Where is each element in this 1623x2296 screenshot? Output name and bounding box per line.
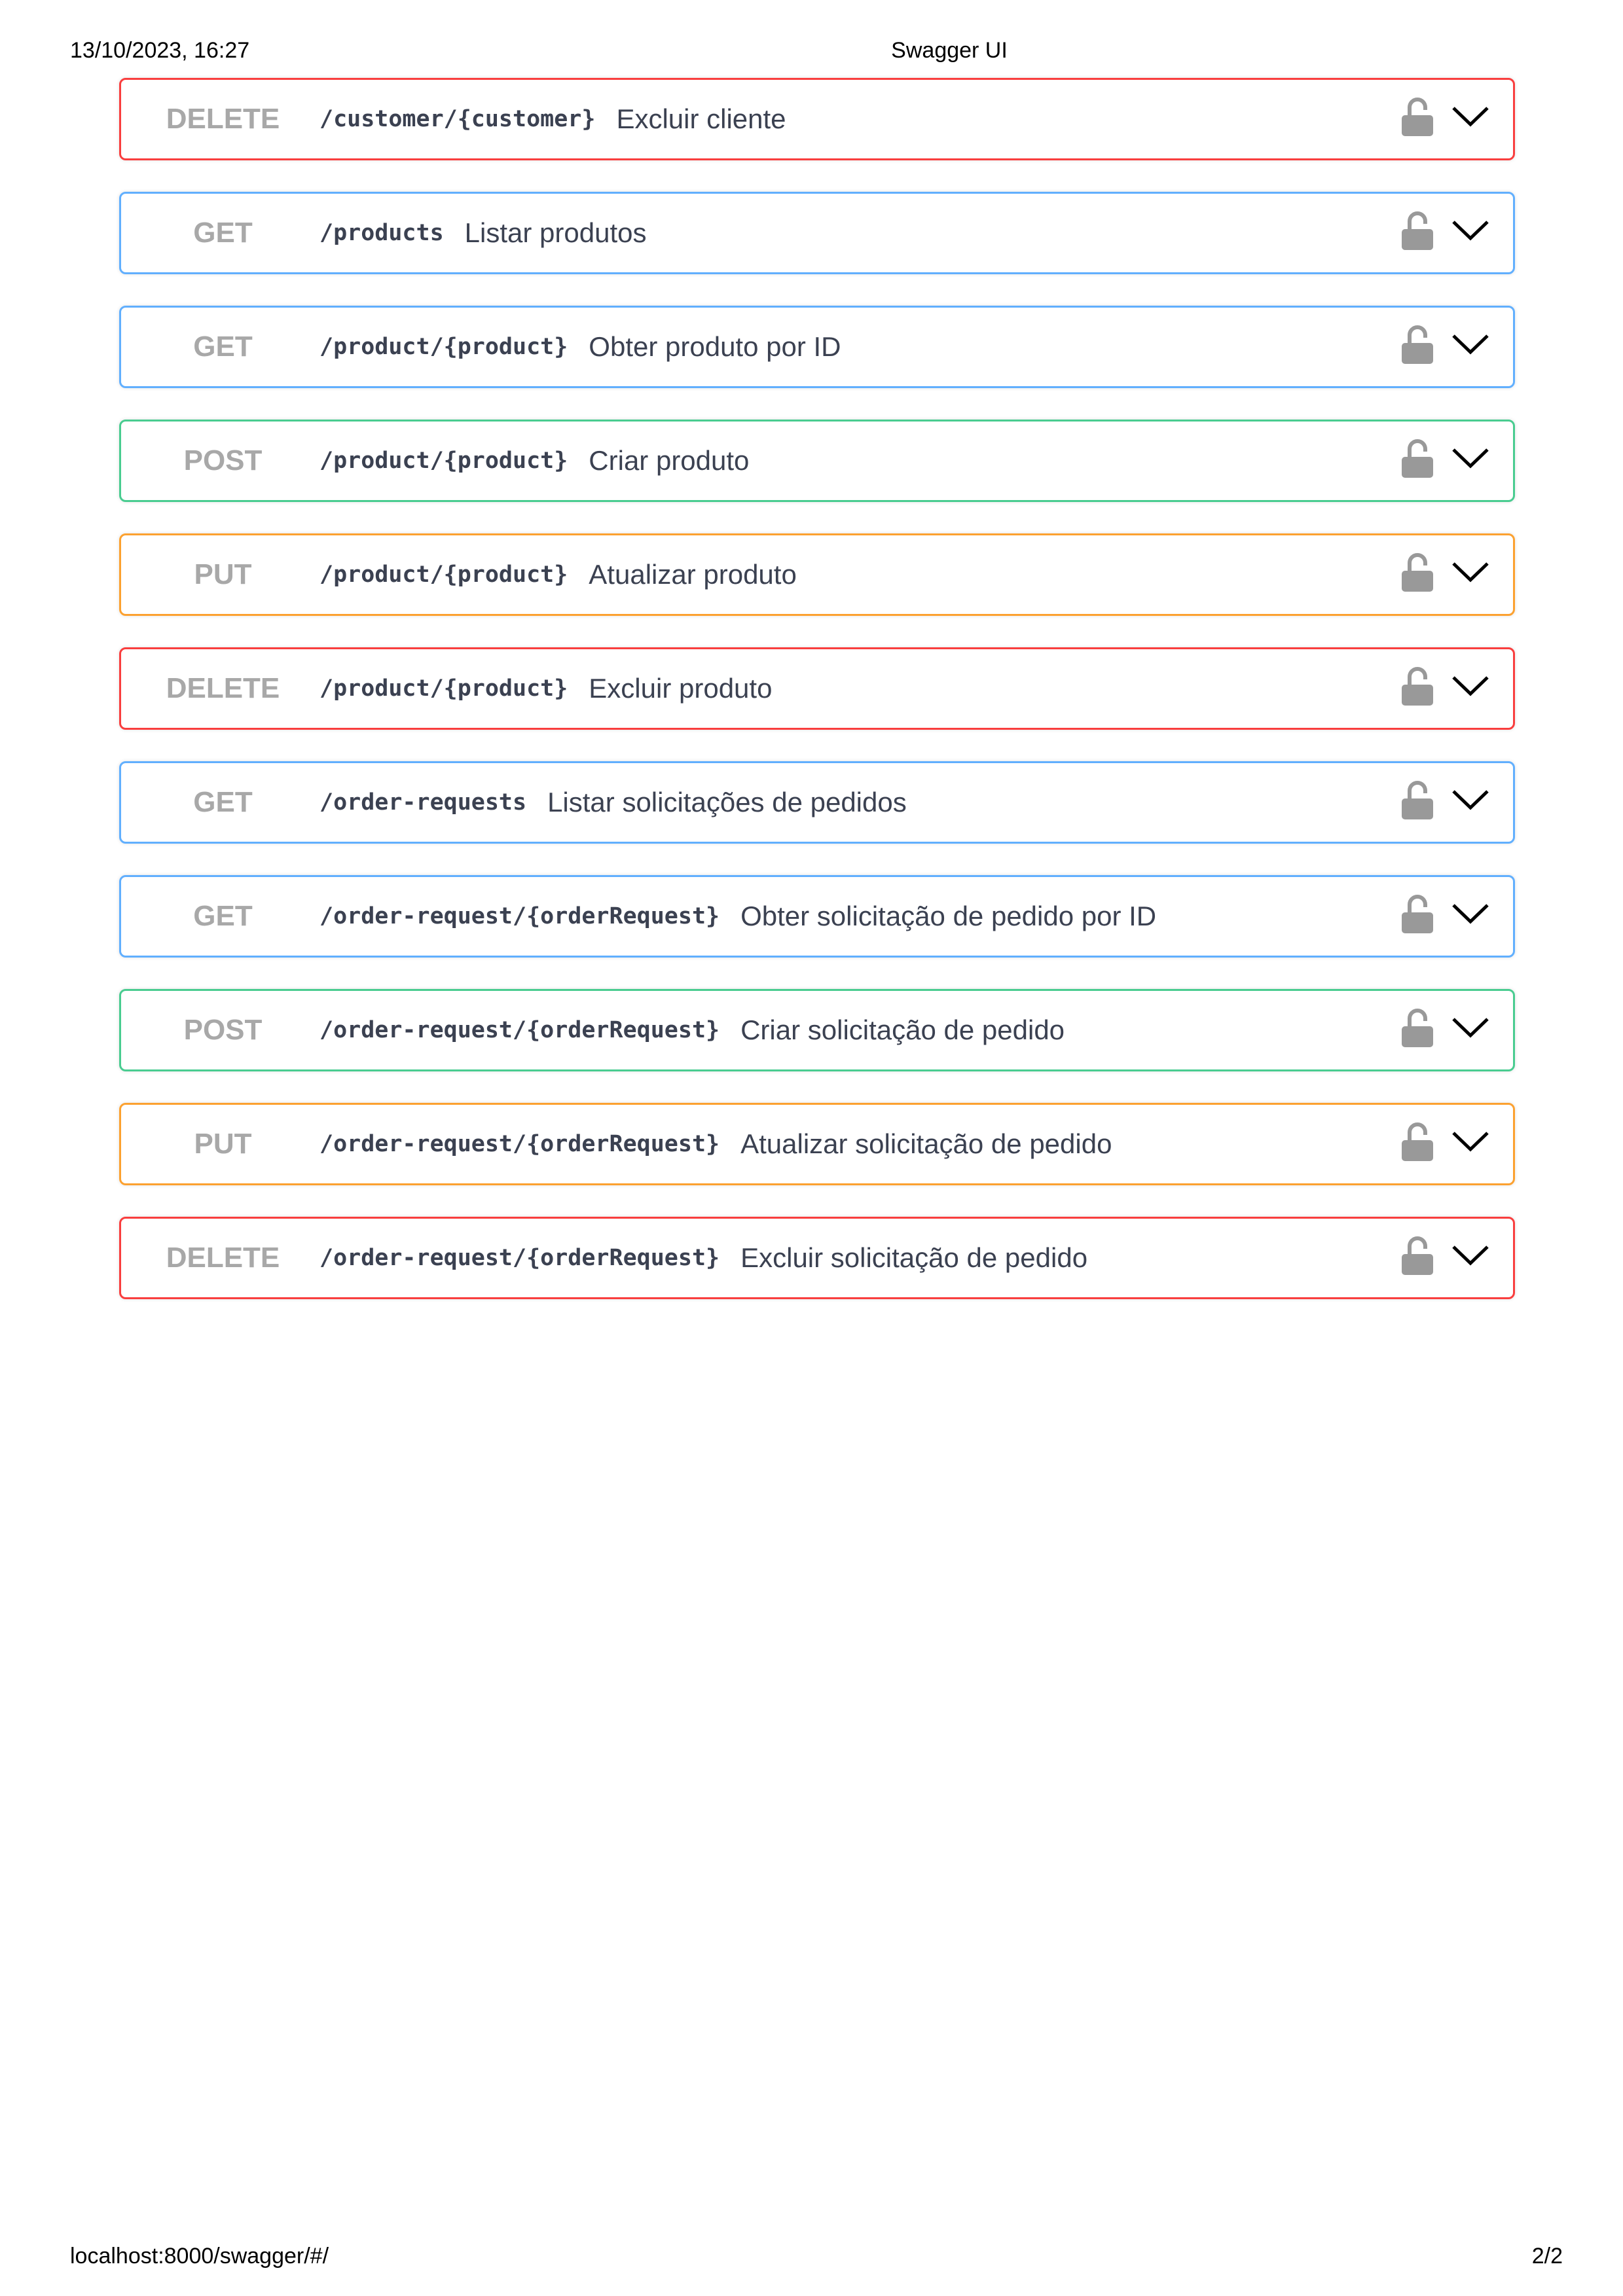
http-method: POST xyxy=(183,1014,263,1046)
chevron-down-icon[interactable] xyxy=(1451,105,1489,128)
operation-summary: Excluir produto xyxy=(589,673,773,704)
http-method: DELETE xyxy=(166,103,280,135)
operation-summary: Criar produto xyxy=(589,445,750,476)
http-method: GET xyxy=(193,331,253,363)
unlocked-padlock-icon[interactable] xyxy=(1400,211,1434,251)
unlocked-padlock-icon[interactable] xyxy=(1400,552,1434,593)
operation-path: /customer/{customer} xyxy=(319,106,596,132)
unlocked-padlock-icon[interactable] xyxy=(1400,1236,1434,1276)
http-method: PUT xyxy=(194,1128,252,1160)
operation-summary: Atualizar solicitação de pedido xyxy=(740,1128,1112,1159)
unlocked-padlock-icon[interactable] xyxy=(1400,97,1434,137)
operation-summary: Atualizar produto xyxy=(589,559,797,590)
http-method: GET xyxy=(193,900,253,932)
operation-get-order-request[interactable]: GET /order-request/{orderRequest} Obter … xyxy=(119,875,1515,958)
operation-get-product[interactable]: GET /product/{product} Obter produto por… xyxy=(119,306,1515,388)
operation-path: /products xyxy=(319,220,444,246)
chevron-down-icon[interactable] xyxy=(1451,446,1489,470)
http-method: POST xyxy=(183,444,263,476)
chevron-down-icon[interactable] xyxy=(1451,560,1489,584)
operation-summary: Excluir solicitação de pedido xyxy=(740,1242,1088,1273)
operation-path: /order-request/{orderRequest} xyxy=(319,1131,720,1157)
print-url: localhost:8000/swagger/#/ xyxy=(70,2244,329,2269)
print-footer: localhost:8000/swagger/#/ 2/2 xyxy=(0,2244,1623,2272)
chevron-down-icon[interactable] xyxy=(1451,332,1489,356)
unlocked-padlock-icon[interactable] xyxy=(1400,439,1434,479)
chevron-down-icon[interactable] xyxy=(1451,788,1489,812)
operation-delete-order-request[interactable]: DELETE /order-request/{orderRequest} Exc… xyxy=(119,1217,1515,1299)
print-page-title: Swagger UI xyxy=(891,38,1008,63)
http-method: DELETE xyxy=(166,672,280,704)
operation-path: /order-requests xyxy=(319,789,527,816)
http-method: GET xyxy=(193,217,253,249)
chevron-down-icon[interactable] xyxy=(1451,674,1489,698)
print-page-number: 2/2 xyxy=(1531,2244,1563,2269)
unlocked-padlock-icon[interactable] xyxy=(1400,1122,1434,1162)
operation-path: /product/{product} xyxy=(319,562,568,588)
http-method: DELETE xyxy=(166,1242,280,1274)
unlocked-padlock-icon[interactable] xyxy=(1400,894,1434,935)
operation-path: /product/{product} xyxy=(319,334,568,360)
chevron-down-icon[interactable] xyxy=(1451,219,1489,242)
http-method: GET xyxy=(193,786,253,818)
unlocked-padlock-icon[interactable] xyxy=(1400,1008,1434,1049)
operation-summary: Listar produtos xyxy=(464,217,647,248)
chevron-down-icon[interactable] xyxy=(1451,1244,1489,1267)
operation-get-order-requests[interactable]: GET /order-requests Listar solicitações … xyxy=(119,761,1515,844)
operation-delete-customer[interactable]: DELETE /customer/{customer} Excluir clie… xyxy=(119,78,1515,160)
print-header: 13/10/2023, 16:27 Swagger UI xyxy=(0,38,1623,67)
operation-get-products[interactable]: GET /products Listar produtos xyxy=(119,192,1515,274)
unlocked-padlock-icon[interactable] xyxy=(1400,780,1434,821)
operations-list: DELETE /customer/{customer} Excluir clie… xyxy=(119,78,1515,1331)
operation-delete-product[interactable]: DELETE /product/{product} Excluir produt… xyxy=(119,647,1515,730)
operation-path: /order-request/{orderRequest} xyxy=(319,1245,720,1271)
chevron-down-icon[interactable] xyxy=(1451,1130,1489,1153)
operation-post-order-request[interactable]: POST /order-request/{orderRequest} Criar… xyxy=(119,989,1515,1071)
operation-summary: Listar solicitações de pedidos xyxy=(547,787,907,817)
operation-put-order-request[interactable]: PUT /order-request/{orderRequest} Atuali… xyxy=(119,1103,1515,1185)
operation-path: /product/{product} xyxy=(319,448,568,474)
unlocked-padlock-icon[interactable] xyxy=(1400,325,1434,365)
operation-post-product[interactable]: POST /product/{product} Criar produto xyxy=(119,420,1515,502)
operation-summary: Criar solicitação de pedido xyxy=(740,1014,1065,1045)
chevron-down-icon[interactable] xyxy=(1451,902,1489,925)
operation-put-product[interactable]: PUT /product/{product} Atualizar produto xyxy=(119,533,1515,616)
operation-path: /order-request/{orderRequest} xyxy=(319,903,720,929)
operation-path: /order-request/{orderRequest} xyxy=(319,1017,720,1043)
operation-path: /product/{product} xyxy=(319,675,568,702)
operation-summary: Obter produto por ID xyxy=(589,331,841,362)
http-method: PUT xyxy=(194,558,252,590)
unlocked-padlock-icon[interactable] xyxy=(1400,666,1434,707)
operation-summary: Excluir cliente xyxy=(616,103,786,134)
operation-summary: Obter solicitação de pedido por ID xyxy=(740,901,1157,931)
chevron-down-icon[interactable] xyxy=(1451,1016,1489,1039)
